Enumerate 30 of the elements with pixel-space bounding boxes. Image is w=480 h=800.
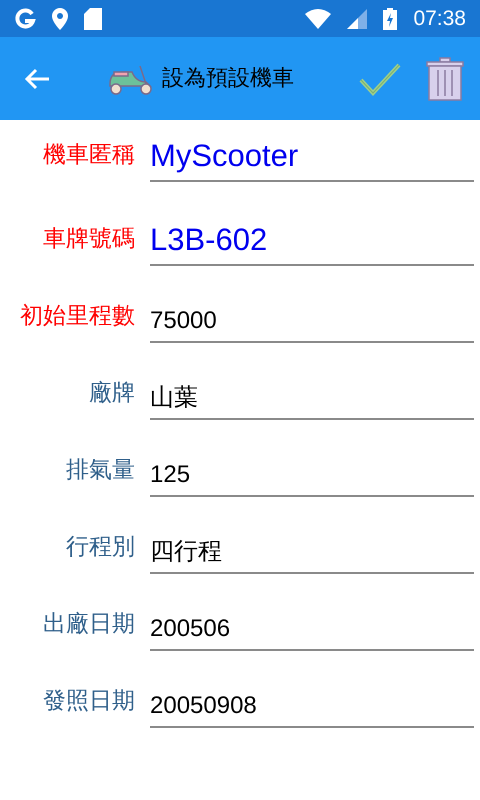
input-field[interactable]: 20050908 <box>150 690 474 728</box>
field-label: 發照日期 <box>42 686 135 716</box>
field-label: 行程別 <box>65 532 135 562</box>
field-label: 出廠日期 <box>42 610 135 638</box>
input-field[interactable]: 125 <box>150 459 474 497</box>
delete-button[interactable] <box>426 56 464 100</box>
back-arrow-icon <box>24 68 50 90</box>
trash-can-icon <box>426 56 464 100</box>
location-pin-icon <box>52 8 68 30</box>
signal-icon <box>347 8 368 28</box>
input-field[interactable]: 200506 <box>150 613 474 651</box>
back-button[interactable] <box>24 66 50 90</box>
battery-icon <box>383 8 398 30</box>
save-button[interactable] <box>358 62 402 96</box>
input-field[interactable]: 四行程 <box>150 536 474 574</box>
input-field[interactable]: 山葉 <box>150 382 474 420</box>
input-field[interactable]: MyScooter <box>150 136 474 182</box>
field-label: 機車匿稱 <box>42 140 135 170</box>
input-field[interactable]: L3B-602 <box>150 220 474 266</box>
wifi-icon <box>305 8 332 28</box>
field-label: 廠牌 <box>88 378 135 408</box>
app-bar-title: 設為預設機車 <box>162 65 294 93</box>
field-label: 排氣量 <box>65 456 135 484</box>
status-time: 07:38 <box>413 6 466 32</box>
field-label: 車牌號碼 <box>42 224 135 254</box>
sd-card-icon <box>84 8 102 30</box>
logo-icon <box>14 8 36 30</box>
input-field[interactable]: 75000 <box>150 305 474 343</box>
field-label: 初始里程數 <box>19 302 135 330</box>
checkmark-icon <box>358 62 402 96</box>
